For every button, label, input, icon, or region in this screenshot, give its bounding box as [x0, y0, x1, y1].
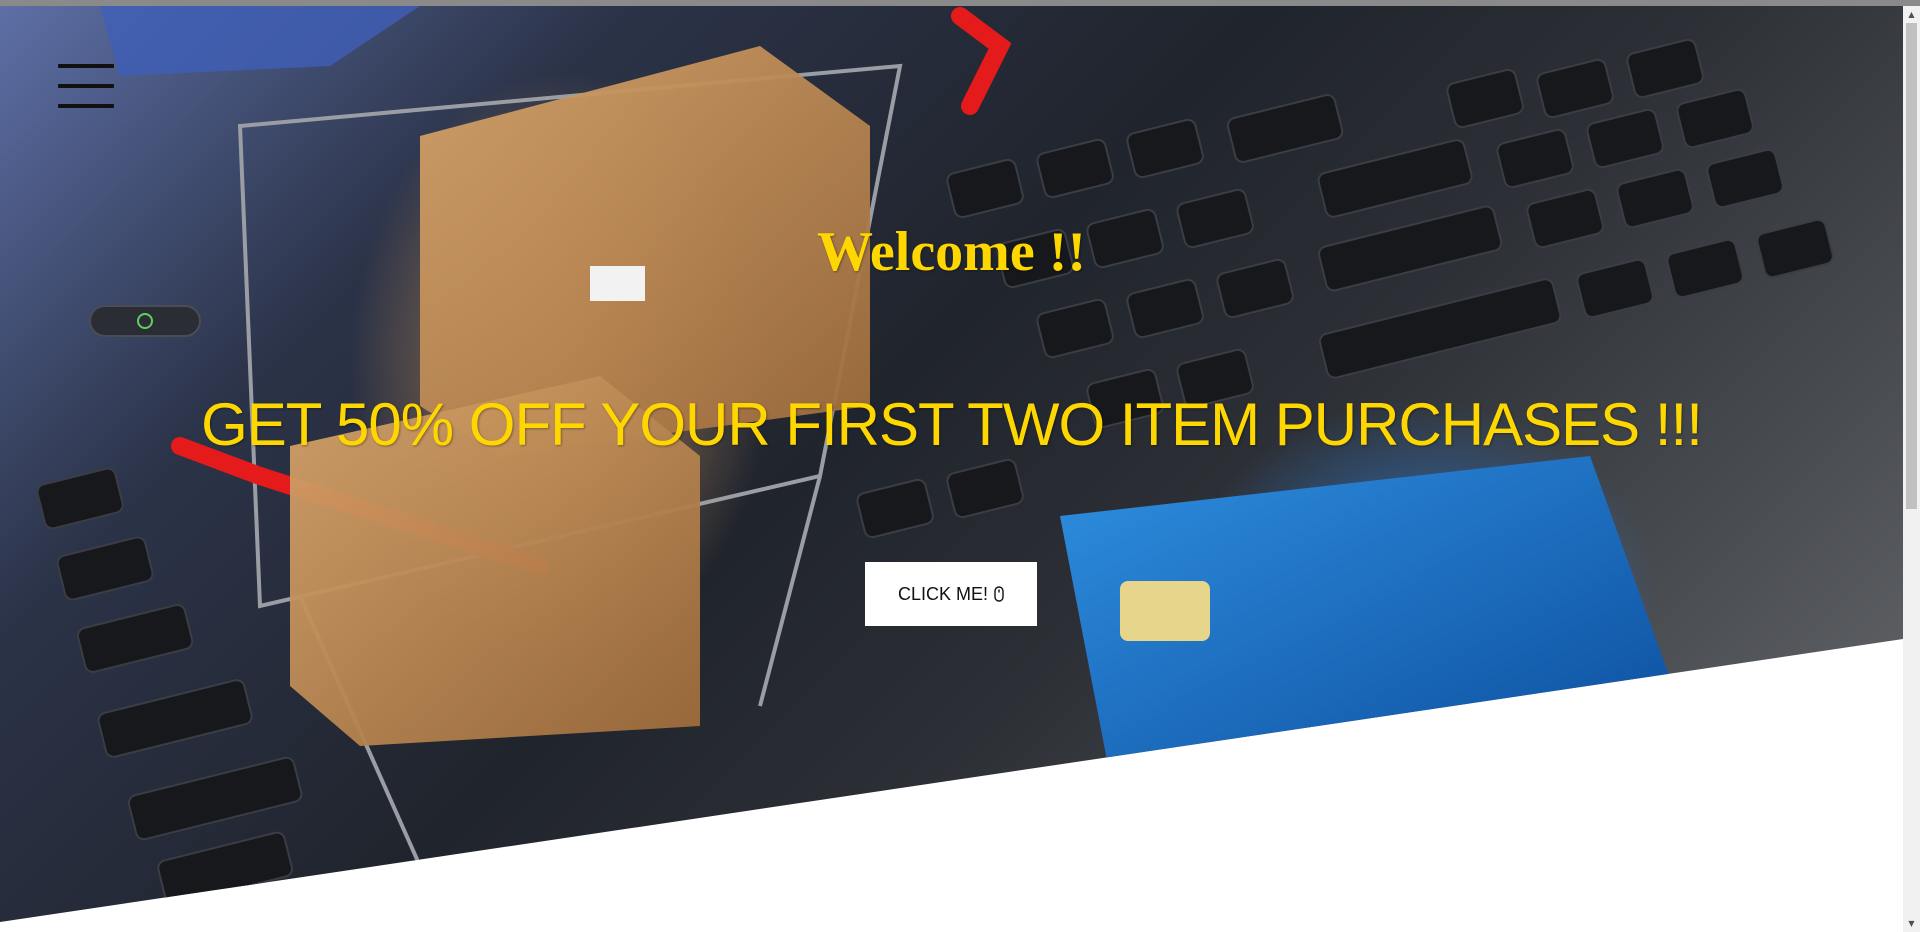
mouse-icon — [994, 586, 1004, 602]
hero-background-image — [36, 6, 1834, 906]
scroll-up-arrow-icon[interactable]: ▲ — [1903, 6, 1920, 23]
vertical-scrollbar[interactable]: ▲ ▼ — [1903, 6, 1920, 932]
welcome-heading: Welcome !! — [817, 221, 1086, 283]
scroll-down-arrow-icon[interactable]: ▼ — [1903, 915, 1920, 932]
click-me-button[interactable]: CLICK ME! — [865, 562, 1037, 626]
browser-top-border — [0, 0, 1920, 6]
scrollbar-thumb[interactable] — [1906, 23, 1917, 509]
hamburger-menu-icon[interactable] — [58, 62, 114, 112]
hero-banner — [0, 6, 1903, 922]
click-me-button-label: CLICK ME! — [897, 583, 989, 604]
promo-headline: GET 50% OFF YOUR FIRST TWO ITEM PURCHASE… — [201, 391, 1703, 458]
